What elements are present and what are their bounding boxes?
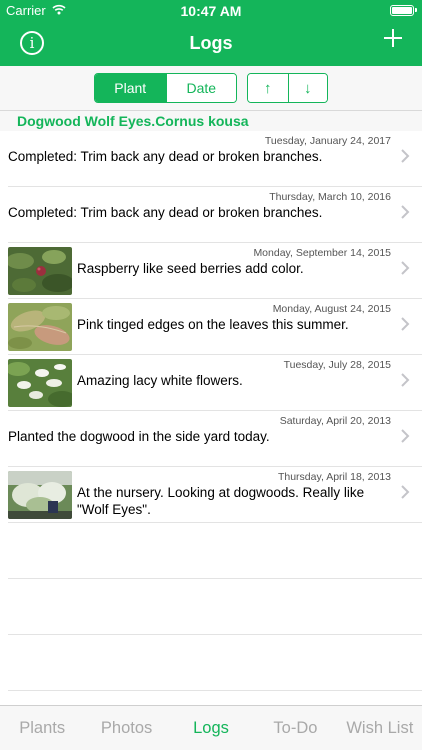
log-date: Monday, September 14, 2015	[253, 247, 391, 259]
clock: 10:47 AM	[180, 3, 242, 19]
log-date: Thursday, March 10, 2016	[269, 191, 391, 203]
chevron-right-icon	[400, 429, 410, 443]
log-text: At the nursery. Looking at dogwoods. Rea…	[77, 485, 365, 517]
flowers-photo	[8, 359, 72, 407]
log-row[interactable]: Thursday, March 10, 2016 Completed: Trim…	[8, 187, 422, 243]
tab-photos[interactable]: Photos	[84, 706, 168, 750]
chevron-right-icon	[400, 317, 410, 331]
empty-row	[8, 523, 422, 579]
battery-icon	[390, 5, 417, 16]
navigation-bar: Carrier 10:47 AM i Logs	[0, 0, 422, 66]
tab-bar: Plants Photos Logs To-Do Wish List	[0, 705, 422, 750]
log-text: Raspberry like seed berries add color.	[77, 261, 304, 276]
berries-photo	[8, 247, 72, 295]
log-row[interactable]: Saturday, April 20, 2013 Planted the dog…	[8, 411, 422, 467]
log-date: Monday, August 24, 2015	[272, 303, 391, 315]
plant-name: Dogwood Wolf Eyes.Cornus kousa	[17, 113, 249, 129]
log-date: Saturday, April 20, 2013	[279, 415, 391, 427]
chevron-right-icon	[400, 485, 410, 499]
page-title: Logs	[189, 33, 233, 53]
chevron-right-icon	[400, 373, 410, 387]
log-row[interactable]: Tuesday, July 28, 2015 Amazing lacy whit…	[8, 355, 422, 411]
leaves-photo	[8, 303, 72, 351]
log-date: Tuesday, July 28, 2015	[283, 359, 391, 371]
log-text: Planted the dogwood in the side yard tod…	[8, 429, 270, 444]
chevron-right-icon	[400, 205, 410, 219]
empty-row	[8, 635, 422, 691]
log-list: Tuesday, January 24, 2017 Completed: Tri…	[0, 131, 422, 691]
sort-descending-icon[interactable]: ↓	[287, 74, 327, 102]
nursery-photo	[8, 471, 72, 519]
log-row[interactable]: Monday, September 14, 2015 Raspberry lik…	[8, 243, 422, 299]
log-text: Amazing lacy white flowers.	[77, 373, 243, 388]
sort-ascending-icon[interactable]: ↑	[248, 74, 288, 102]
log-date: Tuesday, January 24, 2017	[264, 135, 391, 147]
tab-to-do[interactable]: To-Do	[253, 706, 337, 750]
log-row[interactable]: Thursday, April 18, 2013 At the nursery.…	[8, 467, 422, 523]
log-text: Pink tinged edges on the leaves this sum…	[77, 317, 349, 332]
log-row[interactable]: Tuesday, January 24, 2017 Completed: Tri…	[8, 131, 422, 187]
log-text: Completed: Trim back any dead or broken …	[8, 149, 323, 164]
add-log-button[interactable]	[384, 29, 402, 47]
log-date: Thursday, April 18, 2013	[277, 471, 391, 483]
tab-wish-list[interactable]: Wish List	[338, 706, 422, 750]
sort-by-segmented-control: Plant Date	[94, 73, 237, 103]
tab-logs[interactable]: Logs	[169, 706, 253, 750]
log-row[interactable]: Monday, August 24, 2015 Pink tinged edge…	[8, 299, 422, 355]
empty-row	[8, 579, 422, 635]
sort-toolbar: Plant Date ↑ ↓	[0, 66, 422, 111]
plant-section-header: Dogwood Wolf Eyes.Cornus kousa	[0, 111, 422, 131]
sort-by-plant-option[interactable]: Plant	[95, 74, 166, 102]
tab-plants[interactable]: Plants	[0, 706, 84, 750]
log-text: Completed: Trim back any dead or broken …	[8, 205, 323, 220]
status-bar: Carrier 10:47 AM	[0, 0, 422, 22]
sort-order-segmented-control: ↑ ↓	[247, 73, 328, 103]
sort-by-date-option[interactable]: Date	[165, 74, 236, 102]
chevron-right-icon	[400, 149, 410, 163]
chevron-right-icon	[400, 261, 410, 275]
